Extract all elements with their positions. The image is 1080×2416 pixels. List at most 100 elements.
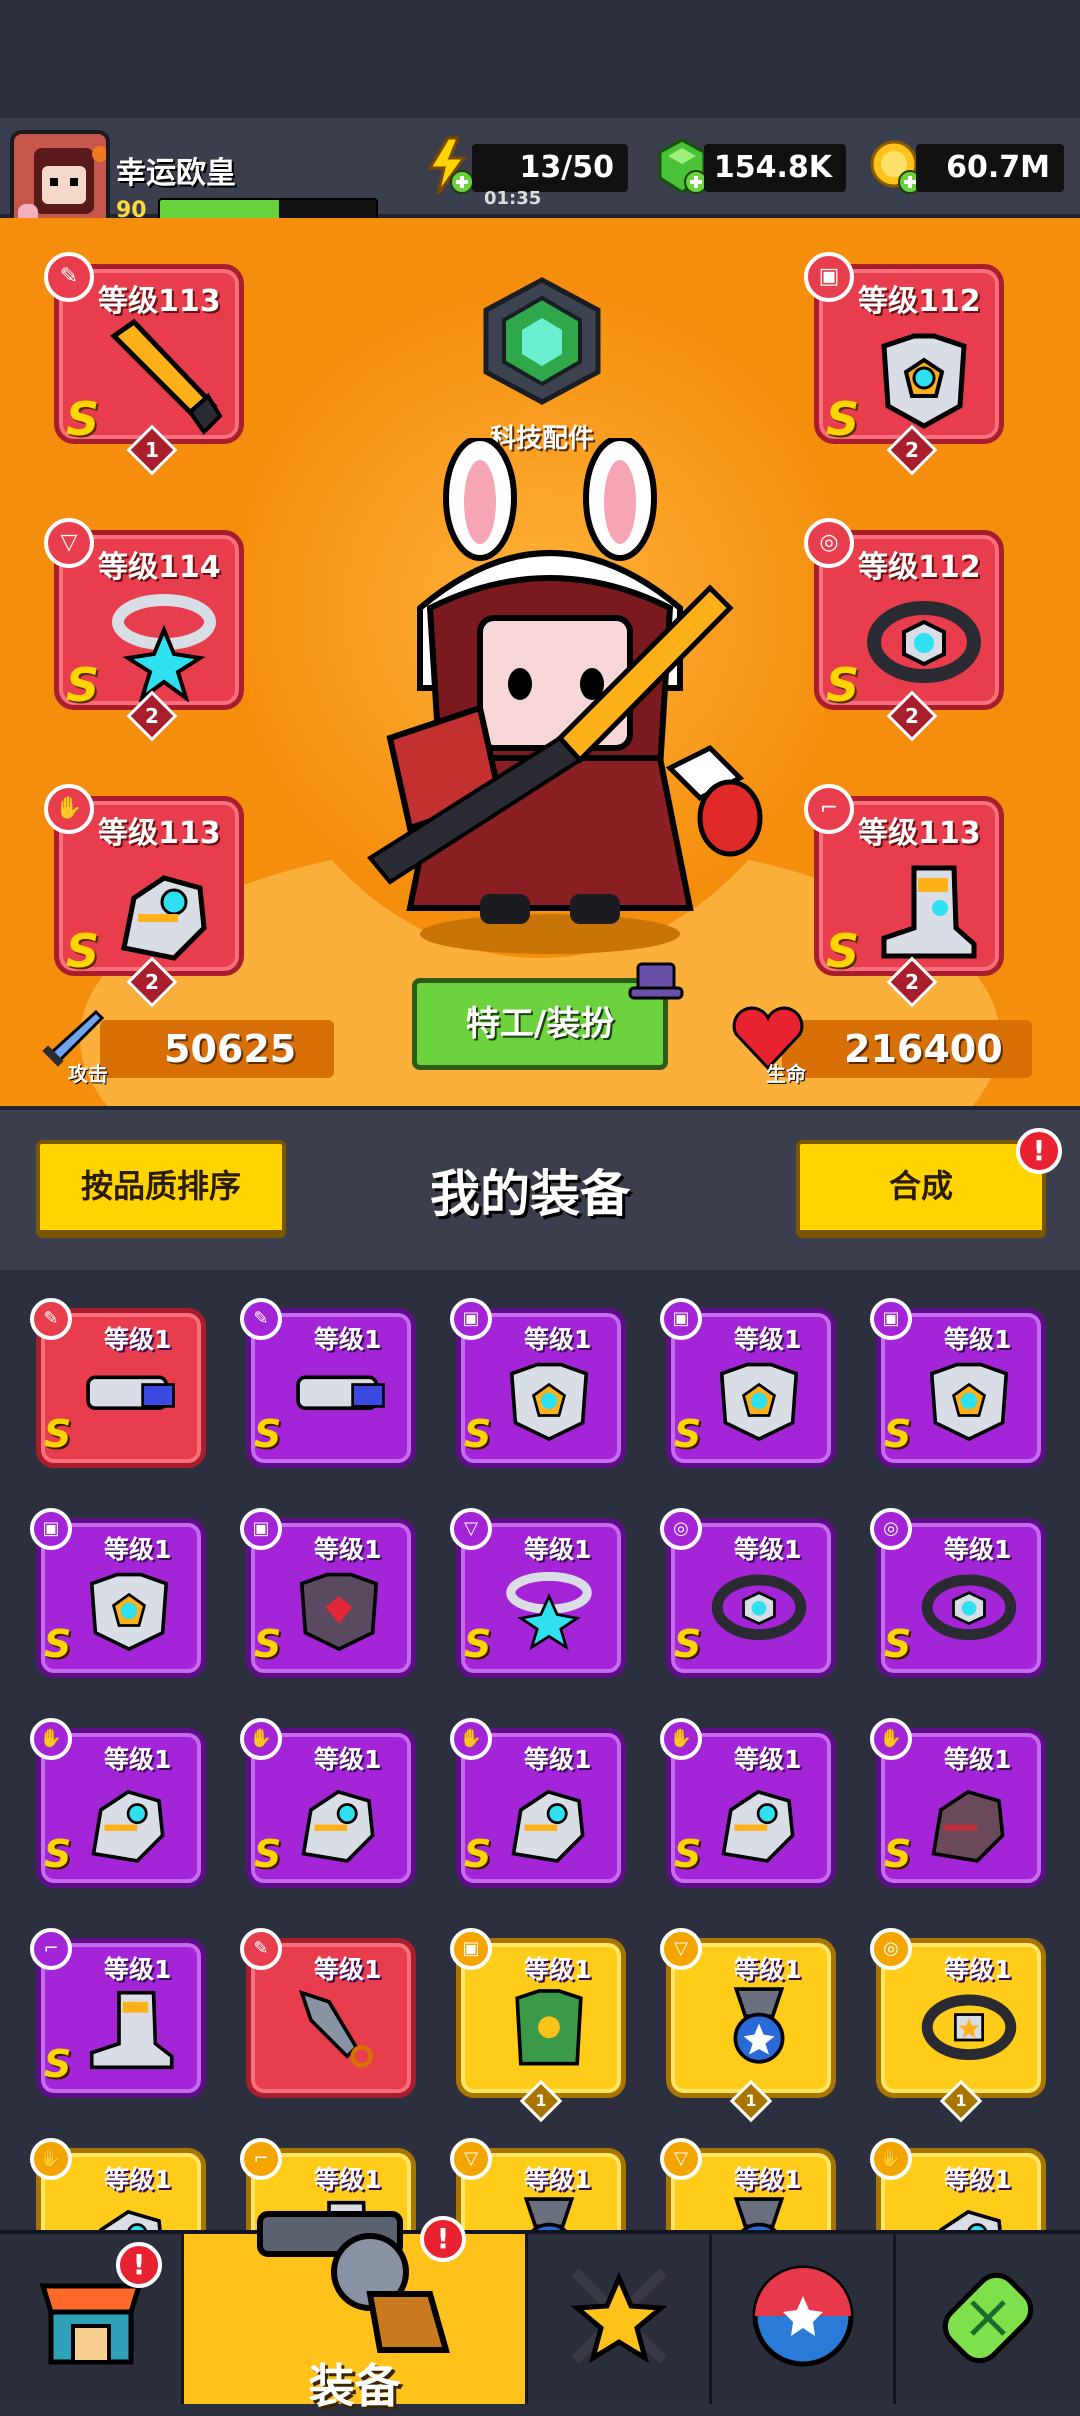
inventory-item[interactable]: ▽ 等级1 [450, 2124, 626, 2230]
inventory-item[interactable]: ✋ 等级1 [30, 2124, 206, 2230]
inventory-item[interactable]: ▣ 等级1 S [660, 1284, 836, 1468]
lightning-icon [427, 136, 474, 195]
gun-icon [86, 1375, 175, 1410]
equip-slot-boot[interactable]: ⌐ 等级113 S 2 [804, 784, 1008, 1008]
inventory-item[interactable]: ✎ 等级1 S [240, 1284, 416, 1468]
item-level-label: 等级1 [314, 1955, 382, 1984]
inventory-item[interactable]: ▽ 等级1 S [450, 1494, 626, 1678]
nav-battle[interactable] [528, 2234, 712, 2404]
item-type-icon: ⌐ [30, 1928, 72, 1970]
inventory-item[interactable]: ✎ 等级1 [240, 1914, 416, 2098]
item-grade: S [44, 1622, 72, 1666]
inventory-item[interactable]: ✋ 等级1 S [660, 1704, 836, 1888]
equip-level-label: 等级113 [98, 284, 221, 319]
item-grade: S [464, 1622, 492, 1666]
armor-type-icon: ▣ [804, 252, 854, 302]
inventory-item[interactable]: ◎ 等级1 S [870, 1494, 1046, 1678]
inventory-item[interactable]: ▣ 等级1 S [240, 1494, 416, 1678]
vest-icon [515, 1989, 583, 2066]
glove-icon [91, 1789, 165, 1863]
energy-counter[interactable]: 13/50 [472, 144, 628, 192]
hat-icon [628, 962, 684, 1000]
item-type-icon: ◎ [870, 1508, 912, 1550]
inventory-item[interactable]: ▣ 等级1 S [870, 1284, 1046, 1468]
equip-slot-glove[interactable]: ✋ 等级113 S 2 [44, 784, 248, 1008]
inventory-item[interactable]: ✋ 等级1 S [240, 1704, 416, 1888]
equip-level-label: 等级114 [98, 550, 221, 585]
item-level-label: 等级1 [524, 1955, 592, 1984]
item-type-icon: ✋ [240, 1718, 282, 1760]
item-type-icon: ✋ [870, 2138, 912, 2180]
inventory-toolbar: 按品质排序 我的装备 合成 ! [0, 1106, 1080, 1270]
nav-equipment-label: 装备 [308, 2359, 401, 2413]
dark-glove-icon [931, 1789, 1005, 1863]
inventory-item[interactable]: ▣ 等级1 S [30, 1494, 206, 1678]
glove-icon [511, 1789, 585, 1863]
inventory-item[interactable]: ▽ 等级1 [660, 2124, 836, 2230]
item-type-icon: ◎ [870, 1928, 912, 1970]
inventory-item[interactable]: ✋ 等级1 S [870, 1704, 1046, 1888]
item-level-label: 等级1 [524, 2165, 592, 2194]
sort-by-quality-button[interactable]: 按品质排序 [36, 1140, 286, 1238]
item-type-icon: ▽ [660, 1928, 702, 1970]
tech-accessory-icon[interactable] [478, 276, 606, 406]
nav-equipment[interactable]: ! 装备 [184, 2211, 528, 2413]
gem-counter[interactable]: 154.8K [704, 144, 846, 192]
avatar[interactable] [10, 130, 110, 230]
gold-counter[interactable]: 60.7M [916, 144, 1064, 192]
nav-shop[interactable]: ! [0, 2234, 184, 2404]
equip-slot-armor[interactable]: ▣ 等级112 S 2 [804, 252, 1008, 476]
inventory-item[interactable]: ✋ 等级1 S [30, 1704, 206, 1888]
item-grade: S [44, 1832, 72, 1876]
inventory-item[interactable]: ▣ 等级1 S [450, 1284, 626, 1468]
attack-label: 攻击 [68, 1062, 108, 1086]
nav-gene[interactable] [896, 2234, 1080, 2404]
inventory-item[interactable]: ✋ 等级1 S [450, 1704, 626, 1888]
merge-button[interactable]: 合成 [796, 1140, 1046, 1238]
item-level-label: 等级1 [734, 1955, 802, 1984]
item-type-icon: ▽ [450, 1508, 492, 1550]
item-grade: S [884, 1832, 912, 1876]
item-level-label: 等级1 [734, 2165, 802, 2194]
item-type-icon: ✋ [450, 1718, 492, 1760]
armor-icon [719, 1362, 799, 1442]
necklace-type-icon: ▽ [44, 518, 94, 568]
medal-icon [733, 1987, 785, 2064]
item-level-label: 等级1 [104, 1955, 172, 1984]
equip-slot-necklace[interactable]: ▽ 等级114 S 2 [44, 518, 248, 742]
life-label: 生命 [766, 1062, 806, 1086]
item-type-icon: ✎ [240, 1298, 282, 1340]
equip-grade: S [66, 392, 100, 446]
item-grade: S [254, 1622, 282, 1666]
equip-grade: S [66, 924, 100, 978]
item-level-label: 等级1 [944, 1955, 1012, 1984]
inventory-item[interactable]: ▣ 等级1 1 [450, 1914, 626, 2123]
equip-rank: 2 [145, 704, 159, 728]
equip-level-label: 等级112 [858, 550, 981, 585]
item-level-label: 等级1 [104, 2165, 172, 2194]
crossed-swords-star-icon [570, 2268, 667, 2364]
item-level-label: 等级1 [104, 1325, 172, 1354]
inventory-item[interactable]: ✋ 等级1 [870, 2124, 1046, 2230]
nav-explore[interactable] [712, 2234, 896, 2404]
inventory-item[interactable]: ✎ 等级1 S [30, 1284, 206, 1468]
item-level-label: 等级1 [524, 1535, 592, 1564]
dark-armor-icon [299, 1572, 379, 1652]
equip-slot-belt[interactable]: ◎ 等级112 S 2 [804, 518, 1008, 742]
inventory-item[interactable]: ⌐ 等级1 S [30, 1914, 206, 2098]
inventory-item[interactable]: ▽ 等级1 1 [660, 1914, 836, 2123]
item-rank: 1 [955, 2091, 967, 2110]
hero-panel: 科技配件 ✎ 等级113 S 1 ▣ 等级112 S 2 ▽ 等级114 S 2… [0, 218, 1080, 1106]
inventory-item[interactable]: ◎ 等级1 1 [870, 1914, 1046, 2123]
player-name: 幸运欧皇 [116, 156, 236, 191]
inventory-item[interactable]: ◎ 等级1 S [660, 1494, 836, 1678]
weapon-type-icon: ✎ [44, 252, 94, 302]
equip-slot-weapon[interactable]: ✎ 等级113 S 1 [44, 252, 248, 476]
boot-icon [881, 865, 977, 959]
item-level-label: 等级1 [524, 1745, 592, 1774]
inventory-grid: ✎ 等级1 S ✎ 等级1 S ▣ 等级1 S ▣ 等级1 S ▣ 等级1 S ▣ 等级1 S ▣ 等级1 S ▽ 等级1 S… [0, 1270, 1080, 2230]
item-type-icon: ✋ [30, 1718, 72, 1760]
hero-character[interactable] [330, 438, 770, 958]
item-grade: S [884, 1622, 912, 1666]
belt-icon [921, 1574, 1017, 1640]
